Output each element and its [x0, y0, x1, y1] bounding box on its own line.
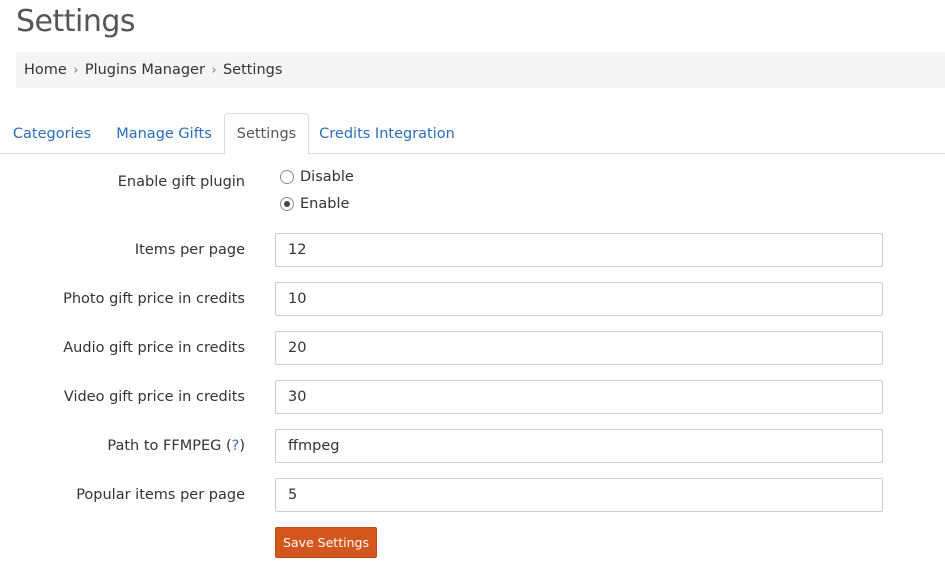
radio-enable-label: Enable: [300, 196, 350, 212]
audio-price-label: Audio gift price in credits: [63, 340, 245, 356]
breadcrumb: Home › Plugins Manager › Settings: [16, 52, 945, 88]
photo-price-input[interactable]: [275, 282, 883, 316]
breadcrumb-plugins-manager[interactable]: Plugins Manager: [85, 62, 205, 78]
radio-enable-circle[interactable]: [280, 197, 294, 211]
popular-per-page-input[interactable]: [275, 478, 883, 512]
items-per-page-label: Items per page: [134, 242, 245, 258]
tab-settings[interactable]: Settings: [224, 113, 309, 155]
radio-enable[interactable]: Enable: [280, 196, 349, 212]
tab-credits-integration[interactable]: Credits Integration: [312, 113, 462, 154]
audio-price-input[interactable]: [275, 331, 883, 365]
enable-plugin-label: Enable gift plugin: [117, 174, 245, 190]
radio-disable-label: Disable: [300, 169, 354, 185]
breadcrumb-current: Settings: [222, 62, 283, 78]
chevron-right-icon: ›: [211, 62, 217, 78]
page-title: Settings: [16, 4, 136, 39]
radio-disable[interactable]: Disable: [280, 169, 354, 185]
save-settings-button[interactable]: Save Settings: [275, 527, 377, 558]
tab-categories[interactable]: Categories: [2, 113, 102, 154]
ffmpeg-label-suffix: ): [239, 438, 245, 454]
photo-price-label: Photo gift price in credits: [63, 291, 245, 307]
ffmpeg-path-input[interactable]: [275, 429, 883, 463]
chevron-right-icon: ›: [73, 62, 79, 78]
tab-bar: Categories Manage Gifts Settings Credits…: [0, 113, 945, 155]
items-per-page-input[interactable]: [275, 233, 883, 267]
radio-disable-circle[interactable]: [280, 170, 294, 184]
video-price-label: Video gift price in credits: [63, 389, 245, 405]
ffmpeg-path-label: Path to FFMPEG (?): [107, 438, 245, 454]
tab-manage-gifts[interactable]: Manage Gifts: [105, 113, 223, 154]
ffmpeg-label-prefix: Path to FFMPEG (: [107, 438, 232, 454]
breadcrumb-home[interactable]: Home: [24, 62, 67, 78]
popular-per-page-label: Popular items per page: [76, 487, 245, 503]
video-price-input[interactable]: [275, 380, 883, 414]
